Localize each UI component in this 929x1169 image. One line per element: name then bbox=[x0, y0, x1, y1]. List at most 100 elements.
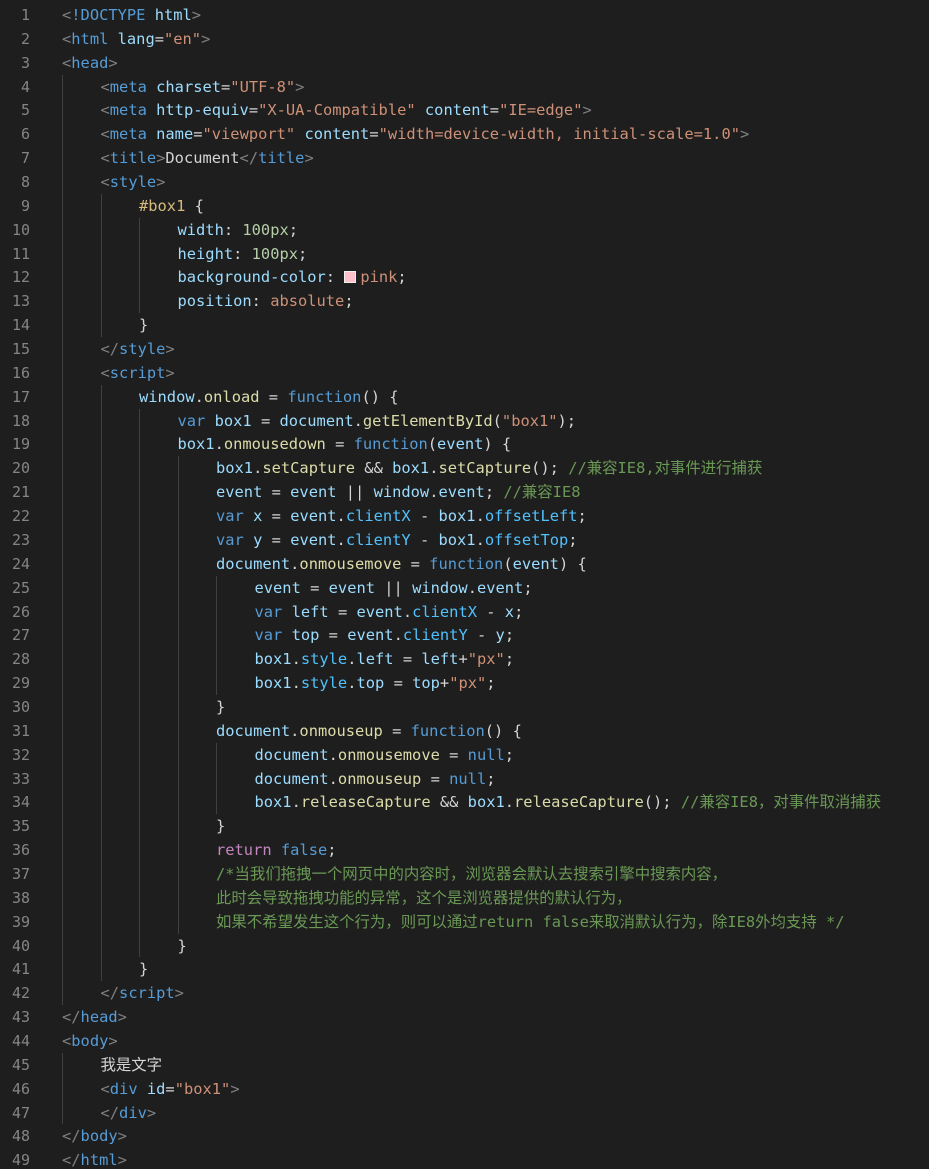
code-token: x bbox=[504, 602, 515, 621]
line-number: 7 bbox=[20, 149, 30, 168]
code-token: : bbox=[233, 244, 252, 263]
code-line[interactable]: 13 position: absolute; bbox=[0, 289, 929, 313]
code-line[interactable]: 40} bbox=[0, 934, 929, 958]
code-token: meta bbox=[109, 101, 147, 120]
code-token: ; bbox=[504, 650, 515, 669]
code-text: <html lang="en"> bbox=[62, 27, 210, 51]
code-line[interactable]: 39 如果不希望发生这个行为，则可以通过return false来取消默认行为，除… bbox=[0, 910, 929, 934]
code-token: clientY bbox=[345, 530, 411, 549]
line-number: 45 bbox=[11, 1055, 30, 1074]
code-line[interactable]: 1 <!DOCTYPE html> bbox=[0, 3, 929, 27]
code-line[interactable]: 8 <style> bbox=[0, 170, 929, 194]
code-token: - bbox=[476, 602, 505, 621]
code-line[interactable]: 4 <meta charset="UTF-8"> bbox=[0, 75, 929, 99]
code-token: } bbox=[216, 817, 226, 836]
code-token: left bbox=[291, 602, 329, 621]
code-line[interactable]: 42 </script> bbox=[0, 981, 929, 1005]
code-line[interactable]: 18 var box1 = document.getElementById("bo… bbox=[0, 409, 929, 433]
line-number: 4 bbox=[20, 77, 30, 96]
code-line[interactable]: 49 </html> bbox=[0, 1148, 929, 1169]
code-line[interactable]: 32 document.onmousemove = null; bbox=[0, 743, 929, 767]
code-line[interactable]: 38 此时会导致拖拽功能的异常，这个是浏览器提供的默认行为， bbox=[0, 886, 929, 910]
code-line[interactable]: 21 event = event || window.event; //兼容IE8 bbox=[0, 480, 929, 504]
code-text: #box1 { bbox=[139, 194, 204, 218]
code-line[interactable]: 5 <meta http-equiv="X-UA-Compatible" cont… bbox=[0, 98, 929, 122]
code-text: document.onmouseup = null; bbox=[255, 767, 496, 791]
code-line[interactable]: 44 <body> bbox=[0, 1029, 929, 1053]
color-swatch[interactable] bbox=[344, 271, 357, 284]
code-line[interactable]: 10 width: 100px; bbox=[0, 218, 929, 242]
code-line[interactable]: 45 我是文字 bbox=[0, 1053, 929, 1077]
code-token: style bbox=[109, 173, 157, 192]
code-line[interactable]: 31 document.onmouseup = function() { bbox=[0, 719, 929, 743]
code-line[interactable]: 14} bbox=[0, 313, 929, 337]
code-line[interactable]: 12 background-color: pink; bbox=[0, 265, 929, 289]
code-line[interactable]: 35} bbox=[0, 814, 929, 838]
code-line[interactable]: 48 </body> bbox=[0, 1124, 929, 1148]
code-line[interactable]: 47 </div> bbox=[0, 1101, 929, 1125]
code-token: < bbox=[62, 6, 72, 24]
code-line[interactable]: 23 var y = event.clientY - box1.offsetTop… bbox=[0, 528, 929, 552]
code-line[interactable]: 16 <script> bbox=[0, 361, 929, 385]
line-number: 24 bbox=[11, 554, 30, 573]
code-token: ; bbox=[484, 483, 504, 502]
code-token: || bbox=[336, 483, 374, 502]
line-number: 22 bbox=[11, 507, 30, 526]
code-line[interactable]: 11 height: 100px; bbox=[0, 242, 929, 266]
code-line[interactable]: 28 box1.style.left = left+"px"; bbox=[0, 647, 929, 671]
code-token: - bbox=[410, 530, 439, 549]
code-token: < bbox=[62, 1031, 72, 1050]
code-token: releaseCapture bbox=[514, 793, 644, 812]
code-line[interactable]: 2 <html lang="en"> bbox=[0, 27, 929, 51]
code-line[interactable]: 7 <title>Document</title> bbox=[0, 146, 929, 170]
code-line[interactable]: 24 document.onmousemove = function(event)… bbox=[0, 552, 929, 576]
code-text: /*当我们拖拽一个网页中的内容时，浏览器会默认去搜索引擎中搜索内容， bbox=[216, 862, 727, 886]
code-token: } bbox=[139, 316, 149, 335]
code-token: = bbox=[262, 507, 291, 526]
code-line[interactable]: 19 box1.onmousedown = function(event) { bbox=[0, 432, 929, 456]
code-token: /*当我们拖拽一个网页中的内容时，浏览器会默认去搜索引擎中搜索内容， bbox=[216, 864, 728, 883]
code-line[interactable]: 43 </head> bbox=[0, 1005, 929, 1029]
code-line[interactable]: 41} bbox=[0, 957, 929, 981]
code-token: + bbox=[439, 674, 450, 693]
code-line[interactable]: 46 <div id="box1"> bbox=[0, 1077, 929, 1101]
code-line[interactable]: 22 var x = event.clientX - box1.offsetLef… bbox=[0, 504, 929, 528]
code-line[interactable]: 30} bbox=[0, 695, 929, 719]
code-line[interactable]: 36 return false; bbox=[0, 838, 929, 862]
code-line[interactable]: 9 #box1 { bbox=[0, 194, 929, 218]
code-token: </ bbox=[62, 1008, 81, 1027]
code-token: : bbox=[325, 268, 345, 287]
code-token: . bbox=[467, 578, 477, 597]
line-number: 48 bbox=[11, 1127, 30, 1146]
code-token: event bbox=[254, 578, 301, 597]
code-token: + bbox=[458, 650, 468, 669]
code-token: && bbox=[355, 459, 393, 478]
code-line[interactable]: 27 var top = event.clientY - y; bbox=[0, 623, 929, 647]
code-line[interactable]: 26 var left = event.clientX - x; bbox=[0, 600, 929, 624]
code-line[interactable]: 20 box1.setCapture && box1.setCapture(); … bbox=[0, 456, 929, 480]
code-token: event bbox=[512, 554, 559, 573]
code-token: = bbox=[221, 77, 231, 96]
code-line[interactable]: 17 window.onload = function() { bbox=[0, 385, 929, 409]
code-text: event = event || window.event; //兼容IE8 bbox=[216, 480, 580, 504]
code-line[interactable]: 25 event = event || window.event; bbox=[0, 576, 929, 600]
code-token: setCapture bbox=[438, 459, 532, 478]
code-line[interactable]: 3 <head> bbox=[0, 51, 929, 75]
code-editor[interactable]: 1 <!DOCTYPE html> 2 <html lang="en"> 3 <head>… bbox=[0, 0, 929, 1169]
code-token: . bbox=[353, 411, 363, 430]
code-token: onload bbox=[203, 387, 260, 406]
code-token: event bbox=[476, 578, 524, 597]
code-line[interactable]: 6 <meta name="viewport" content="width=de… bbox=[0, 122, 929, 146]
code-token: box1 bbox=[216, 459, 254, 478]
code-line[interactable]: 33 document.onmouseup = null; bbox=[0, 767, 929, 791]
code-line[interactable]: 29 box1.style.top = top+"px"; bbox=[0, 671, 929, 695]
code-line[interactable]: 34 box1.releaseCapture && box1.releaseCap… bbox=[0, 790, 929, 814]
code-token: box1 bbox=[214, 411, 252, 430]
code-token: box1 bbox=[254, 793, 292, 812]
code-token: clientY bbox=[402, 626, 468, 645]
code-line[interactable]: 37 /*当我们拖拽一个网页中的内容时，浏览器会默认去搜索引擎中搜索内容， bbox=[0, 862, 929, 886]
code-line[interactable]: 15 </style> bbox=[0, 337, 929, 361]
code-token: script bbox=[119, 984, 175, 1003]
